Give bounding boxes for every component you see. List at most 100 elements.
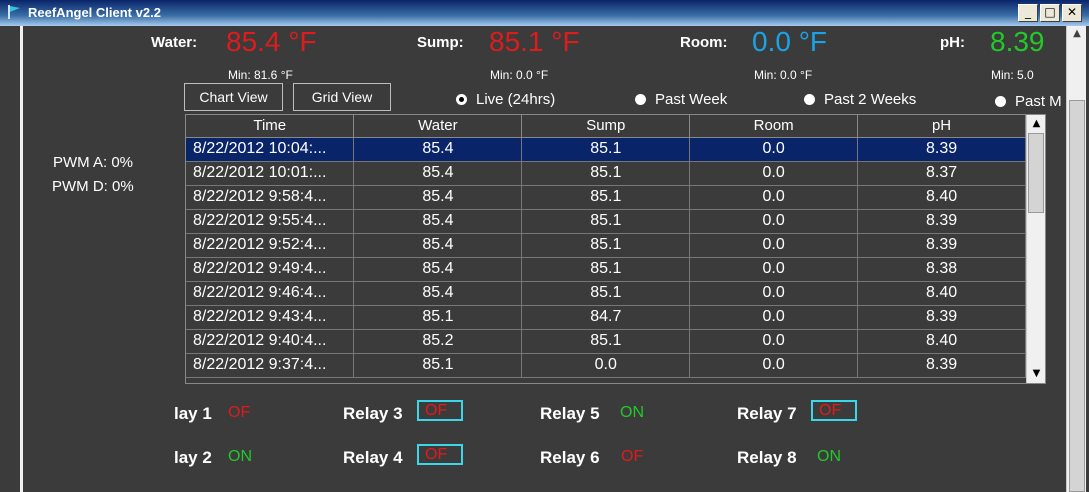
relay-8-label: Relay 8 [737,448,797,467]
pwm-d-label: PWM D: 0% [52,178,134,195]
table-cell-sump: 85.1 [521,161,691,186]
table-row[interactable]: 8/22/2012 9:40:4... 85.2 85.1 0.0 8.40 [186,329,1026,354]
table-row[interactable]: 8/22/2012 10:04:... 85.4 85.1 0.0 8.39 [186,137,1026,162]
table-cell-water: 85.4 [353,209,523,234]
title-bar: ReefAngel Client v2.2 _ □ ✕ [0,0,1089,26]
table-cell-water: 85.4 [353,257,523,282]
table-cell-time: 8/22/2012 10:04:... [186,137,355,162]
table-cell-room: 0.0 [689,281,859,306]
table-cell-ph: 8.37 [857,161,1026,186]
table-cell-sump: 85.1 [521,137,691,162]
table-cell-time: 8/22/2012 9:58:4... [186,185,355,210]
table-cell-sump: 85.1 [521,209,691,234]
relay-8-state[interactable]: ON [817,448,841,466]
table-cell-room: 0.0 [689,353,859,378]
water-min: Min: 81.6 °F [228,68,293,82]
table-cell-ph: 8.39 [857,233,1026,258]
radio-icon [635,94,646,105]
table-cell-water: 85.2 [353,329,523,354]
relay-4-state[interactable]: OF [417,444,463,465]
table-cell-sump: 85.1 [521,233,691,258]
range-live-label: Live (24hrs) [476,91,556,108]
table-row[interactable]: 8/22/2012 9:46:4... 85.4 85.1 0.0 8.40 [186,281,1026,306]
window-title: ReefAngel Client v2.2 [28,5,161,20]
relay-2-state[interactable]: ON [228,448,252,466]
room-value: 0.0 °F [752,26,828,57]
maximize-button[interactable]: □ [1040,4,1060,22]
range-live-radio[interactable]: Live (24hrs) [456,91,555,108]
table-cell-sump: 85.1 [521,329,691,354]
table-cell-water: 85.1 [353,353,523,378]
radio-selected-icon [456,94,467,105]
table-row[interactable]: 8/22/2012 10:01:... 85.4 85.1 0.0 8.37 [186,161,1026,186]
sump-value: 85.1 °F [489,26,580,57]
ph-label: pH: [940,34,965,51]
range-week-radio[interactable]: Past Week [635,91,727,108]
relay-7-state[interactable]: OF [811,400,857,421]
table-row[interactable]: 8/22/2012 9:58:4... 85.4 85.1 0.0 8.40 [186,185,1026,210]
table-row[interactable]: 8/22/2012 9:52:4... 85.4 85.1 0.0 8.39 [186,233,1026,258]
table-cell-sump: 85.1 [521,281,691,306]
table-row[interactable]: 8/22/2012 9:43:4... 85.1 84.7 0.0 8.39 [186,305,1026,330]
scroll-up-icon[interactable]: ▲ [1028,115,1045,132]
table-cell-room: 0.0 [689,161,859,186]
relay-1-state[interactable]: OF [228,404,250,422]
table-header-row: Time Water Sump Room pH [186,115,1026,138]
table-cell-ph: 8.40 [857,329,1026,354]
table-cell-room: 0.0 [689,185,859,210]
grid-scrollbar[interactable]: ▲ ▼ [1026,115,1045,383]
table-cell-room: 0.0 [689,329,859,354]
data-table: Time Water Sump Room pH 8/22/2012 10:04:… [186,115,1026,378]
column-header-ph[interactable]: pH [857,115,1026,138]
table-cell-ph: 8.39 [857,305,1026,330]
range-2weeks-radio[interactable]: Past 2 Weeks [804,91,916,108]
relay-5-label: Relay 5 [540,404,600,423]
relay-6-label: Relay 6 [540,448,600,467]
table-cell-time: 8/22/2012 9:52:4... [186,233,355,258]
table-cell-water: 85.4 [353,185,523,210]
table-cell-time: 8/22/2012 9:43:4... [186,305,355,330]
range-month-radio[interactable]: Past M [995,93,1062,110]
minimize-button[interactable]: _ [1018,4,1038,22]
table-cell-room: 0.0 [689,305,859,330]
table-cell-time: 8/22/2012 9:37:4... [186,353,355,378]
table-cell-ph: 8.39 [857,137,1026,162]
table-cell-ph: 8.40 [857,281,1026,306]
column-header-water[interactable]: Water [353,115,523,138]
table-cell-ph: 8.40 [857,185,1026,210]
pwm-a-label: PWM A: 0% [53,154,134,171]
scroll-up-icon[interactable]: ▲ [1069,28,1085,44]
table-cell-time: 8/22/2012 9:49:4... [186,257,355,282]
column-header-time[interactable]: Time [186,115,355,138]
table-cell-room: 0.0 [689,257,859,282]
window-scrollbar[interactable]: ▲ [1066,26,1086,492]
window-scroll-thumb[interactable] [1069,100,1085,492]
scroll-down-icon[interactable]: ▼ [1028,365,1045,382]
relay-3-state[interactable]: OF [417,400,463,421]
room-label: Room: [680,34,728,51]
water-label: Water: [151,34,198,51]
table-cell-time: 8/22/2012 9:40:4... [186,329,355,354]
data-grid[interactable]: Time Water Sump Room pH 8/22/2012 10:04:… [185,114,1046,384]
column-header-sump[interactable]: Sump [521,115,691,138]
table-row[interactable]: 8/22/2012 9:49:4... 85.4 85.1 0.0 8.38 [186,257,1026,282]
close-button[interactable]: ✕ [1062,4,1082,22]
grid-scroll-thumb[interactable] [1028,133,1044,213]
table-cell-sump: 85.1 [521,185,691,210]
chart-view-button[interactable]: Chart View [184,83,283,111]
table-cell-sump: 84.7 [521,305,691,330]
ph-value: 8.39 [990,26,1045,57]
relay-5-state[interactable]: ON [620,404,644,422]
table-cell-room: 0.0 [689,209,859,234]
column-header-room[interactable]: Room [689,115,859,138]
table-row[interactable]: 8/22/2012 9:55:4... 85.4 85.1 0.0 8.39 [186,209,1026,234]
table-cell-room: 0.0 [689,233,859,258]
table-cell-sump: 0.0 [521,353,691,378]
relay-6-state[interactable]: OF [621,448,643,466]
grid-view-button[interactable]: Grid View [293,83,391,111]
relay-4-label: Relay 4 [343,448,403,467]
sump-min: Min: 0.0 °F [490,68,549,82]
relay-1-label: lay 1 [174,404,212,423]
relay-2-label: lay 2 [174,448,212,467]
table-row[interactable]: 8/22/2012 9:37:4... 85.1 0.0 0.0 8.39 [186,353,1026,378]
